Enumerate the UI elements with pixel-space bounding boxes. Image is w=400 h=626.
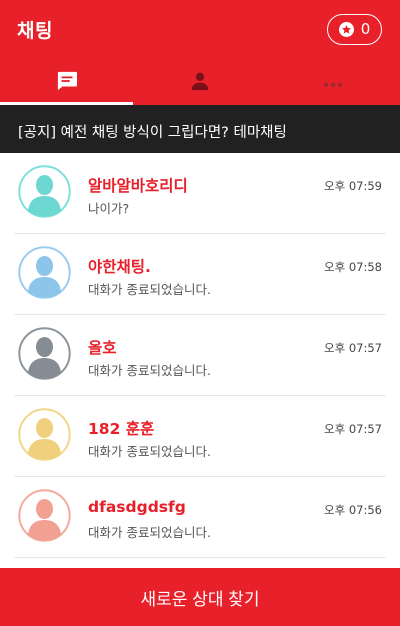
chat-list: 알바알바호리디나이가? 오후 07:59 야한채팅. 대화가 종료되었습니다. 오후 0…	[0, 153, 400, 558]
chat-last-message: 대화가 종료되었습니다.	[88, 525, 211, 540]
person-icon	[190, 71, 210, 95]
find-new-partner-button[interactable]: 새로운 상대 찾기	[0, 568, 400, 626]
chat-list-item[interactable]: dfasdgdsfg 대화가 종료되었습니다. 오후 07:56	[0, 477, 400, 558]
avatar	[18, 165, 71, 218]
chat-last-message: 대화가 종료되었습니다.	[88, 363, 211, 378]
chat-list-item[interactable]: 182 훈훈대화가 종료되었습니다. 오후 07:57	[0, 396, 400, 477]
avatar	[18, 327, 71, 380]
chat-name: 올호	[88, 339, 117, 357]
avatar	[18, 246, 71, 299]
avatar	[18, 408, 71, 461]
notice-banner[interactable]: [공지] 예전 채팅 방식이 그립다면? 테마채팅	[0, 105, 400, 153]
chat-time: 오후 07:56	[324, 503, 382, 517]
tab-bar	[0, 60, 400, 105]
tab-more[interactable]	[267, 60, 400, 105]
star-icon	[338, 22, 354, 37]
tab-profile[interactable]	[133, 60, 266, 105]
chat-list-item[interactable]: 야한채팅. 대화가 종료되었습니다. 오후 07:58	[0, 234, 400, 315]
chat-list-item[interactable]: 알바알바호리디나이가? 오후 07:59	[0, 153, 400, 234]
chat-name: 야한채팅.	[88, 258, 151, 276]
avatar	[18, 489, 71, 542]
chat-last-message: 나이가?	[88, 201, 130, 216]
more-dots-icon	[323, 73, 343, 92]
chat-time: 오후 07:57	[324, 341, 382, 355]
chat-bubble-icon	[56, 71, 78, 95]
points-badge[interactable]: 0	[327, 14, 382, 45]
points-count: 0	[360, 20, 371, 38]
chat-name: 알바알바호리디	[88, 177, 188, 195]
chat-last-message: 대화가 종료되었습니다.	[88, 282, 211, 297]
chat-last-message: 대화가 종료되었습니다.	[88, 444, 211, 459]
chat-time: 오후 07:58	[324, 260, 382, 274]
chat-name: 182 훈훈	[88, 420, 155, 438]
chat-list-item[interactable]: 올호대화가 종료되었습니다. 오후 07:57	[0, 315, 400, 396]
chat-time: 오후 07:59	[324, 179, 382, 193]
chat-time: 오후 07:57	[324, 422, 382, 436]
page-title: 채팅	[17, 20, 53, 42]
app-header: 채팅 0	[0, 0, 400, 60]
chat-name: dfasdgdsfg	[88, 498, 186, 516]
tab-chats[interactable]	[0, 60, 134, 105]
